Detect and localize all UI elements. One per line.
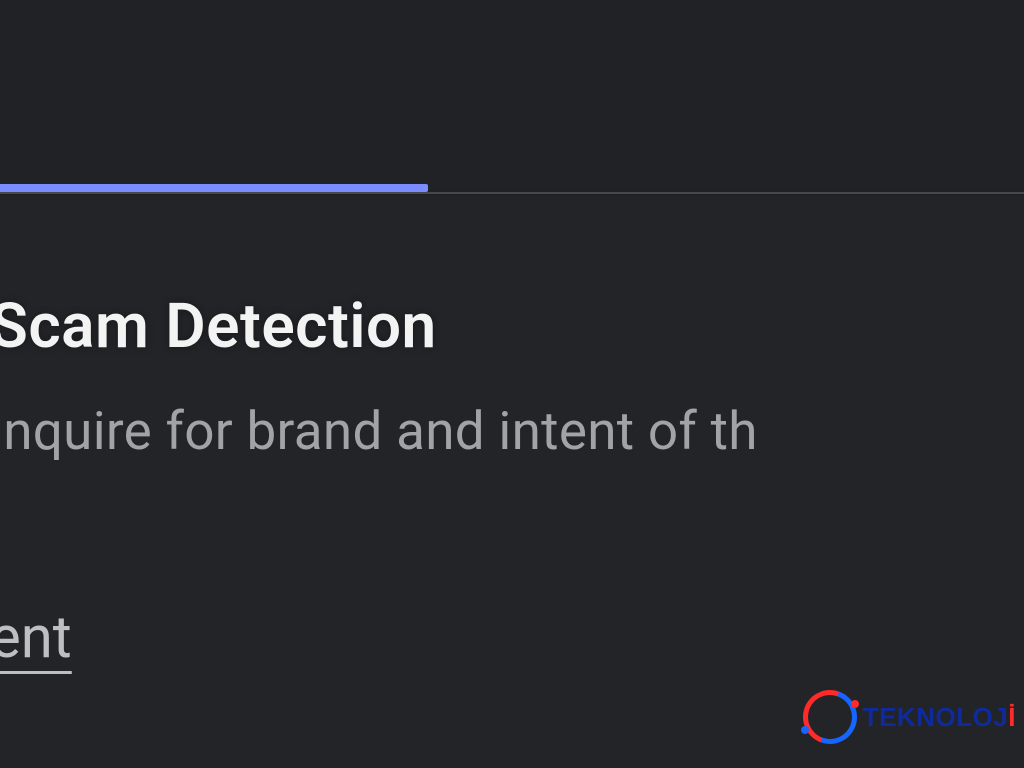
section-heading-scam-detection: Scam Detection: [0, 290, 437, 363]
swirl-icon: [803, 690, 857, 744]
watermark-teknoloji: TEKNOLOJİ: [803, 690, 1016, 744]
settings-link-fragment[interactable]: ent: [0, 604, 72, 672]
tab-strip-baseline: [0, 192, 1024, 194]
tab-strip-active-indicator[interactable]: [0, 184, 428, 192]
watermark-text: TEKNOLOJİ: [863, 702, 1016, 733]
watermark-text-main: TEKNOLOJ: [863, 702, 1009, 732]
watermark-text-accent: İ: [1008, 702, 1016, 732]
window-topbar-area: [0, 0, 1024, 190]
section-description: inquire for brand and intent of th: [0, 400, 758, 462]
settings-panel: [0, 196, 1024, 768]
